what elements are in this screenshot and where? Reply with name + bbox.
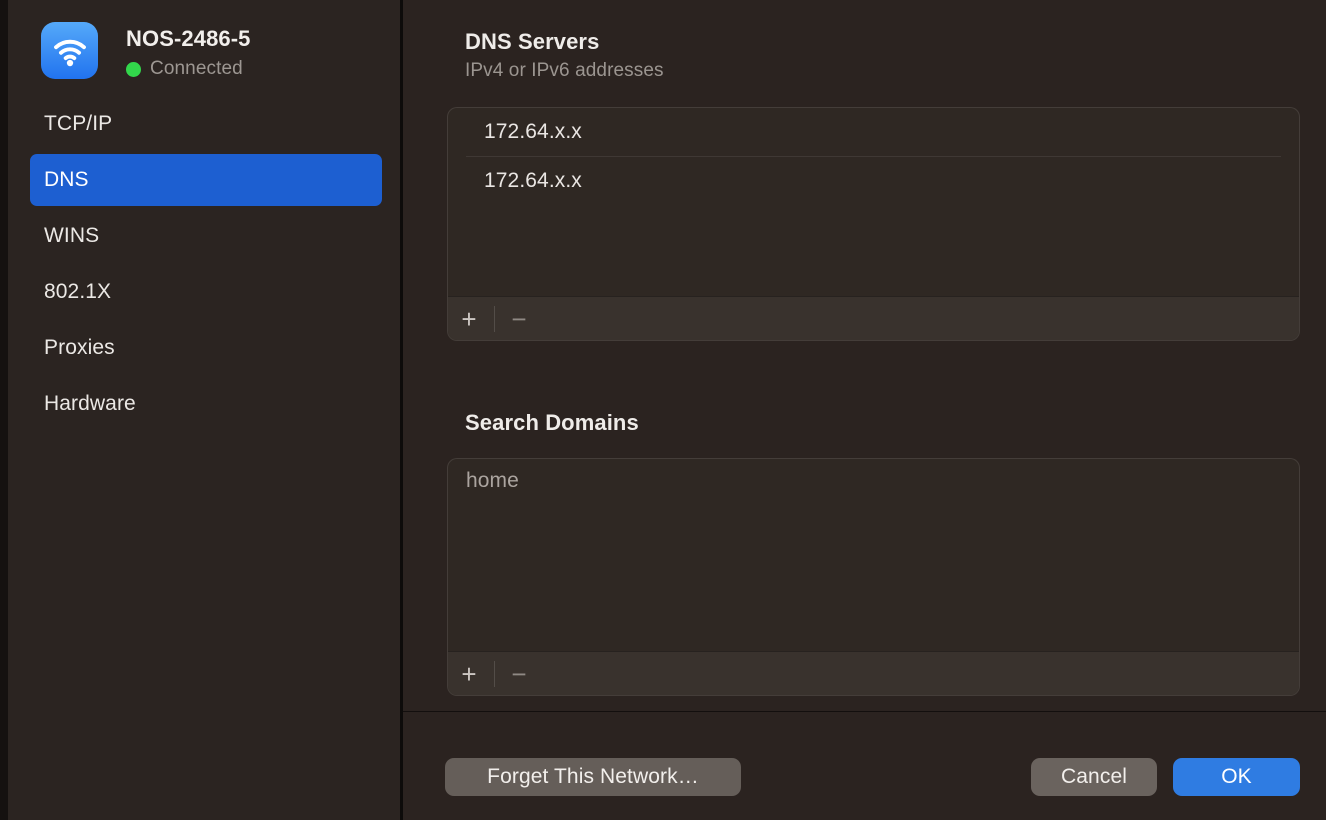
network-status-label: Connected	[150, 58, 243, 80]
dns-servers-subtitle: IPv4 or IPv6 addresses	[465, 60, 664, 82]
dns-servers-rows: 172.64.x.x 172.64.x.x	[448, 108, 1299, 205]
dialog-action-buttons: Cancel OK	[1031, 758, 1300, 796]
network-status: Connected	[126, 58, 243, 80]
cancel-button[interactable]: Cancel	[1031, 758, 1157, 796]
connected-dot-icon	[126, 62, 141, 77]
dns-remove-button[interactable]: −	[506, 306, 532, 332]
search-domain-remove-button[interactable]: −	[506, 661, 532, 687]
toolbar-separator	[494, 306, 495, 332]
sidebar: NOS-2486-5 Connected TCP/IP DNS WINS 802…	[8, 0, 400, 820]
sidebar-item-proxies[interactable]: Proxies	[8, 320, 400, 376]
sidebar-item-8021x[interactable]: 802.1X	[8, 264, 400, 320]
search-domains-list: home + −	[447, 458, 1300, 696]
search-domains-toolbar: + −	[448, 651, 1299, 695]
dns-servers-title: DNS Servers	[465, 29, 599, 55]
ok-button[interactable]: OK	[1173, 758, 1300, 796]
search-domains-title: Search Domains	[465, 410, 639, 436]
search-domain-entry[interactable]: home	[448, 459, 1299, 503]
dns-add-button[interactable]: +	[456, 306, 482, 332]
sidebar-item-dns[interactable]: DNS	[30, 154, 382, 206]
dialog-footer: Forget This Network… Cancel OK	[403, 711, 1326, 820]
toolbar-separator	[494, 661, 495, 687]
network-name: NOS-2486-5	[126, 26, 251, 52]
settings-nav: TCP/IP DNS WINS 802.1X Proxies Hardware	[8, 96, 400, 432]
dns-server-entry[interactable]: 172.64.x.x	[448, 157, 1299, 205]
sidebar-item-wins[interactable]: WINS	[8, 208, 400, 264]
wifi-icon	[41, 22, 98, 79]
search-domain-add-button[interactable]: +	[456, 661, 482, 687]
window-left-edge	[0, 0, 8, 820]
dns-servers-list: 172.64.x.x 172.64.x.x + −	[447, 107, 1300, 341]
search-domains-rows: home	[448, 459, 1299, 503]
sidebar-item-hardware[interactable]: Hardware	[8, 376, 400, 432]
dns-servers-toolbar: + −	[448, 296, 1299, 340]
forget-network-button[interactable]: Forget This Network…	[445, 758, 741, 796]
dns-server-entry[interactable]: 172.64.x.x	[448, 108, 1299, 156]
dns-settings-panel: DNS Servers IPv4 or IPv6 addresses 172.6…	[403, 0, 1326, 820]
sidebar-item-tcpip[interactable]: TCP/IP	[8, 96, 400, 152]
